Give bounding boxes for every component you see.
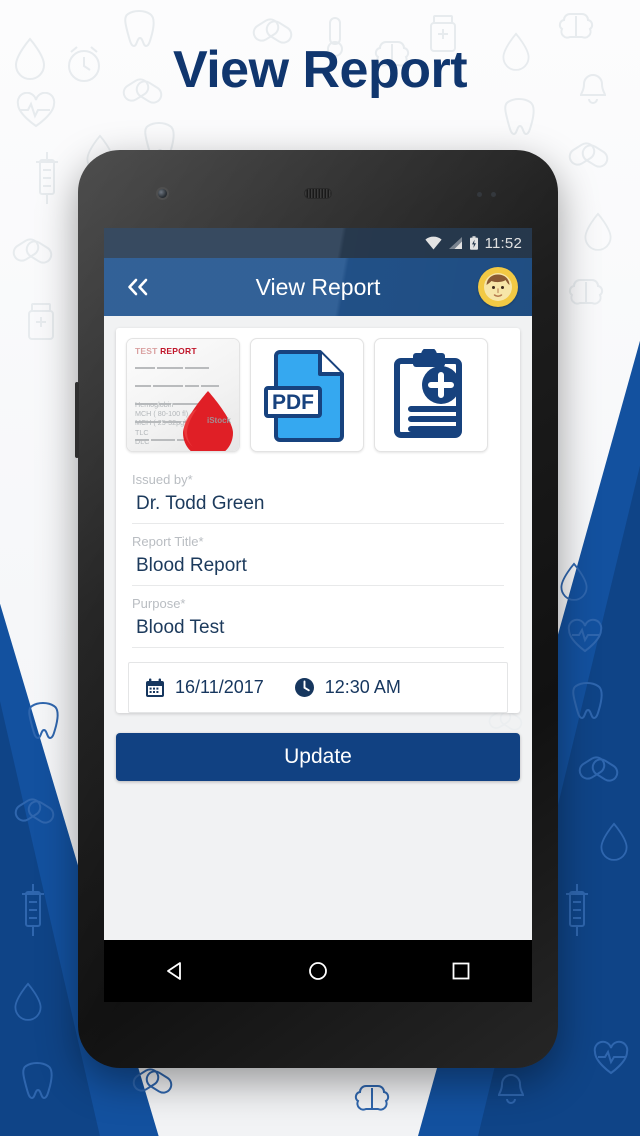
status-bar: 11:52 (104, 228, 532, 258)
android-nav-bar (104, 940, 532, 1002)
signal-icon (448, 237, 462, 249)
recents-square-icon (452, 962, 470, 980)
clock-icon (294, 678, 314, 697)
brain-icon (354, 1085, 390, 1111)
report-form: Issued by* Dr. Todd Green Report Title* … (116, 462, 520, 648)
heart-pulse-icon (567, 618, 603, 653)
field-issued-by-value: Dr. Todd Green (136, 493, 265, 514)
pdf-file-icon: PDF (264, 350, 344, 442)
test-report-image: TEST REPORT Hemoglobin MCH ( 80-100 fl) … (127, 339, 239, 451)
pills-icon (578, 756, 619, 782)
back-triangle-icon (167, 962, 182, 980)
field-purpose-label: Purpose* (132, 596, 186, 611)
status-bar-time: 11:52 (484, 234, 522, 252)
medical-clipboard-icon (394, 349, 462, 438)
date-picker[interactable]: 16/11/2017 (145, 677, 264, 698)
pdf-label: PDF (272, 391, 314, 414)
syringe-icon (566, 884, 588, 936)
app-bar: View Report (104, 258, 532, 316)
screen-body: TEST REPORT Hemoglobin MCH ( 80-100 fl) … (104, 316, 532, 940)
phone-screen: 11:52 View Report TEST REPORT Hemoglobin… (104, 228, 532, 940)
phone-mockup: 11:52 View Report TEST REPORT Hemoglobin… (75, 150, 558, 1068)
date-time-row: 16/11/2017 12:30 AM (128, 662, 508, 713)
heart-pulse-icon (593, 1040, 629, 1075)
field-purpose-value: Blood Test (136, 617, 225, 638)
field-purpose[interactable]: Purpose* Blood Test (132, 586, 504, 648)
double-chevron-left-icon (128, 278, 148, 296)
field-report-title-value: Blood Report (136, 555, 247, 576)
avatar-face-icon (484, 273, 512, 301)
app-bar-title: View Report (255, 273, 381, 300)
bell-icon (497, 1073, 525, 1104)
test-report-heading-part1: TEST (135, 346, 161, 356)
tooth-icon (28, 702, 59, 740)
sensor-dots (477, 192, 496, 197)
phone-side-button (75, 382, 79, 458)
droplet-icon (560, 562, 588, 601)
report-card: TEST REPORT Hemoglobin MCH ( 80-100 fl) … (116, 328, 520, 713)
stock-watermark: iStock (206, 416, 231, 425)
test-report-heading: TEST REPORT (135, 346, 231, 356)
field-issued-by-label: Issued by* (132, 472, 193, 487)
nav-back-button[interactable] (148, 949, 202, 993)
date-value: 16/11/2017 (175, 677, 264, 697)
calendar-icon (146, 678, 164, 697)
back-button[interactable] (116, 265, 160, 309)
nav-home-button[interactable] (291, 949, 345, 993)
time-value: 12:30 AM (324, 677, 401, 697)
attachment-thumbnail-medical-report[interactable] (374, 338, 488, 452)
attachment-thumbnails[interactable]: TEST REPORT Hemoglobin MCH ( 80-100 fl) … (116, 328, 520, 462)
wifi-icon (424, 236, 442, 250)
nav-recents-button[interactable] (434, 949, 488, 993)
home-circle-icon (309, 962, 327, 980)
field-report-title[interactable]: Report Title* Blood Report (132, 524, 504, 586)
tooth-icon (22, 1062, 53, 1100)
attachment-thumbnail-pdf[interactable]: PDF (250, 338, 364, 452)
pills-icon (14, 798, 55, 824)
droplet-icon (14, 982, 42, 1021)
battery-charging-icon (469, 235, 478, 250)
tooth-icon (572, 682, 603, 720)
field-issued-by[interactable]: Issued by* Dr. Todd Green (132, 462, 504, 524)
attachment-thumbnail-test-report[interactable]: TEST REPORT Hemoglobin MCH ( 80-100 fl) … (126, 338, 240, 452)
droplet-icon (600, 822, 628, 861)
test-report-heading-part2: REPORT (160, 346, 197, 356)
syringe-icon (22, 884, 44, 936)
page-title: View Report (172, 41, 468, 99)
field-report-title-label: Report Title* (132, 534, 204, 549)
earpiece-speaker-icon (304, 188, 332, 199)
front-camera-icon (158, 189, 167, 198)
user-avatar[interactable] (478, 267, 518, 307)
time-picker[interactable]: 12:30 AM (294, 677, 401, 698)
